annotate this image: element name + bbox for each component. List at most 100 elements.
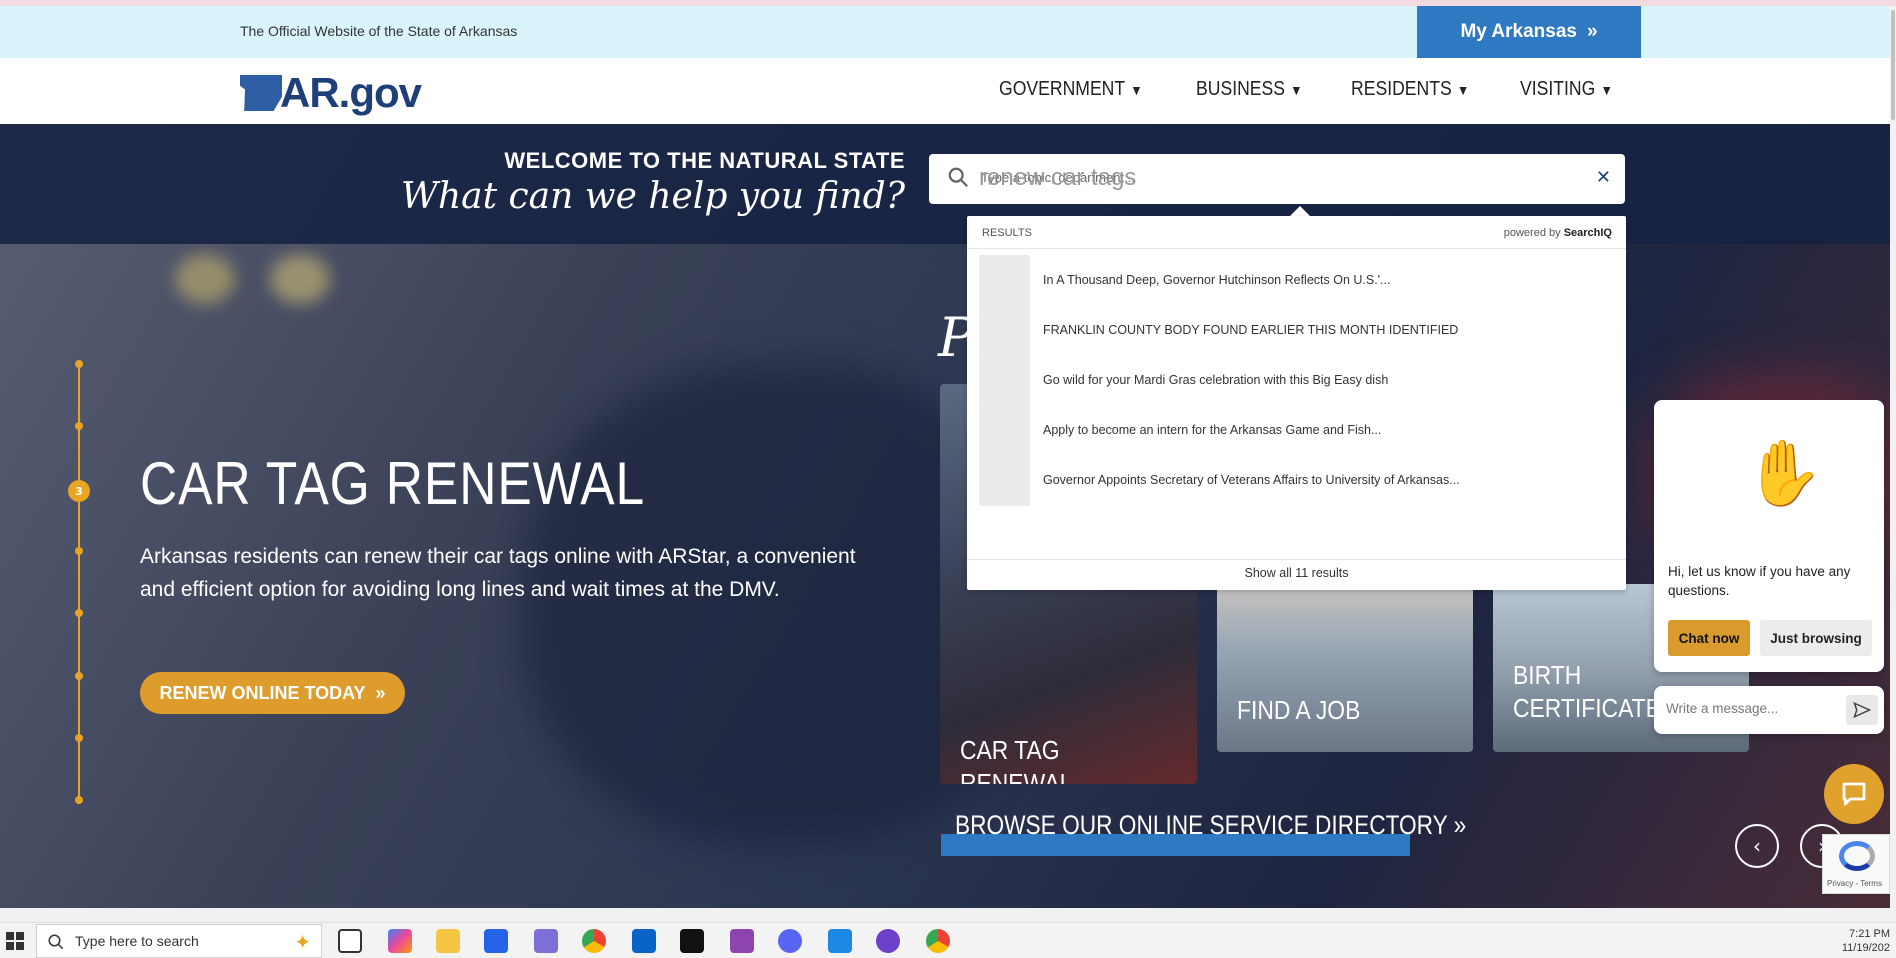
official-text: The Official Website of the State of Ark… bbox=[240, 23, 518, 39]
slide-dot[interactable] bbox=[75, 609, 83, 617]
browse-directory-label: BROWSE OUR ONLINE SERVICE DIRECTORY bbox=[955, 810, 1448, 840]
my-arkansas-label: My Arkansas bbox=[1460, 21, 1577, 42]
horizontal-scrollbar[interactable] bbox=[0, 908, 1896, 922]
renew-online-label: RENEW ONLINE TODAY bbox=[159, 682, 366, 703]
powered-by-prefix: powered by bbox=[1503, 227, 1564, 239]
background-light-blur bbox=[175, 254, 235, 304]
welcome-top-line: WELCOME TO THE NATURAL STATE bbox=[504, 148, 905, 173]
nav-item-residents[interactable]: RESIDENTS ▼ bbox=[1351, 78, 1469, 101]
show-all-results-link[interactable]: Show all 11 results bbox=[967, 566, 1626, 580]
my-arkansas-button[interactable]: My Arkansas » bbox=[1417, 6, 1641, 58]
arkansas-state-shape-icon bbox=[240, 75, 282, 111]
results-header: RESULTS powered by SearchIQ bbox=[982, 227, 1612, 239]
service-card-label: FIND A JOB bbox=[1237, 695, 1361, 725]
service-card-label: BIRTH CERTIFICATES bbox=[1513, 660, 1677, 723]
nav-item-government[interactable]: GOVERNMENT ▼ bbox=[999, 78, 1143, 101]
hulu-icon[interactable] bbox=[680, 929, 704, 953]
send-icon bbox=[1853, 701, 1871, 719]
windows-start-icon[interactable] bbox=[6, 932, 24, 950]
slide-title: CAR TAG RENEWAL bbox=[140, 450, 646, 517]
discord-icon[interactable] bbox=[778, 929, 802, 953]
result-title: Governor Appoints Secretary of Veterans … bbox=[1043, 473, 1460, 487]
search-icon bbox=[948, 167, 968, 187]
service-card-find-a-job[interactable]: FIND A JOB bbox=[1217, 584, 1473, 752]
welcome-script-line: What can we help you find? bbox=[400, 176, 905, 217]
results-label: RESULTS bbox=[982, 227, 1032, 239]
outlook-icon[interactable] bbox=[632, 929, 656, 953]
service-card-label: CAR TAG RENEWAL bbox=[960, 735, 1073, 784]
nav-item-label: GOVERNMENT bbox=[999, 78, 1126, 100]
clock-time: 7:21 PM bbox=[1849, 928, 1890, 940]
slide-dot[interactable] bbox=[75, 547, 83, 555]
slide-dot-active[interactable]: 3 bbox=[68, 480, 90, 502]
search-input[interactable]: renew car tags bbox=[979, 164, 1136, 192]
search-icon bbox=[48, 934, 64, 950]
renew-online-button[interactable]: RENEW ONLINE TODAY » bbox=[140, 672, 405, 714]
search-result-item[interactable]: In A Thousand Deep, Governor Hutchinson … bbox=[979, 254, 1614, 306]
recaptcha-links[interactable]: Privacy - Terms bbox=[1827, 879, 1882, 888]
slide-dot[interactable] bbox=[75, 734, 83, 742]
chrome-profile-icon[interactable] bbox=[926, 929, 950, 953]
scrollbar-thumb[interactable] bbox=[1891, 10, 1895, 120]
chevron-down-icon: ▼ bbox=[1457, 81, 1470, 98]
search-result-item[interactable]: Governor Appoints Secretary of Veterans … bbox=[979, 454, 1614, 506]
chevron-down-icon: ▼ bbox=[1130, 81, 1143, 98]
nav-menu: GOVERNMENT ▼ BUSINESS ▼ RESIDENTS ▼ VISI… bbox=[999, 78, 1625, 101]
slide-dot[interactable] bbox=[75, 672, 83, 680]
carousel-prev-button[interactable]: ‹ bbox=[1735, 824, 1779, 868]
slide-dot[interactable] bbox=[75, 422, 83, 430]
results-divider bbox=[967, 559, 1626, 560]
recaptcha-badge[interactable]: Privacy - Terms bbox=[1822, 834, 1890, 894]
chat-launcher-button[interactable] bbox=[1824, 764, 1884, 824]
vertical-scrollbar[interactable] bbox=[1890, 6, 1896, 908]
powered-by: powered by SearchIQ bbox=[1504, 227, 1612, 239]
chat-bubble-icon bbox=[1842, 782, 1866, 806]
double-chevron-right-icon: » bbox=[375, 682, 386, 703]
just-browsing-button[interactable]: Just browsing bbox=[1760, 620, 1872, 656]
copilot-sparkle-icon: ✦ bbox=[294, 930, 311, 954]
result-thumbnail bbox=[979, 254, 1030, 306]
main-navbar: AR.gov GOVERNMENT ▼ BUSINESS ▼ RESIDENTS… bbox=[0, 58, 1890, 124]
close-icon[interactable]: ✕ bbox=[1596, 167, 1611, 188]
chat-message-input[interactable]: Write a message... bbox=[1654, 686, 1884, 734]
taskbar-clock[interactable]: 7:21 PM 11/19/202 bbox=[1842, 927, 1890, 955]
windows-taskbar: Type here to search ✦ 7:21 PM 11/19/202 bbox=[0, 922, 1896, 958]
app-icon[interactable] bbox=[534, 929, 558, 953]
nav-item-label: RESIDENTS bbox=[1351, 78, 1452, 100]
github-icon[interactable] bbox=[876, 929, 900, 953]
ar-gov-logo[interactable]: AR.gov bbox=[240, 69, 422, 116]
copilot-icon[interactable] bbox=[388, 929, 412, 953]
results-caret bbox=[1290, 206, 1310, 216]
visual-studio-icon[interactable] bbox=[730, 929, 754, 953]
chevron-down-icon: ▼ bbox=[1600, 81, 1613, 98]
nav-item-visiting[interactable]: VISITING ▼ bbox=[1520, 78, 1613, 101]
search-result-item[interactable]: Apply to become an intern for the Arkans… bbox=[979, 404, 1614, 456]
recaptcha-icon bbox=[1839, 841, 1875, 871]
search-result-item[interactable]: FRANKLIN COUNTY BODY FOUND EARLIER THIS … bbox=[979, 304, 1614, 356]
chat-now-button[interactable]: Chat now bbox=[1668, 620, 1750, 656]
chevron-down-icon: ▼ bbox=[1290, 81, 1303, 98]
taskbar-search-placeholder: Type here to search bbox=[75, 933, 199, 949]
results-divider bbox=[967, 248, 1626, 249]
slide-dot[interactable] bbox=[75, 796, 83, 804]
file-explorer-icon[interactable] bbox=[436, 929, 460, 953]
site-search-box[interactable]: Type a topic, department... renew car ta… bbox=[929, 154, 1625, 204]
vscode-icon[interactable] bbox=[828, 929, 852, 953]
send-button[interactable] bbox=[1846, 695, 1878, 725]
task-view-icon[interactable] bbox=[338, 929, 362, 953]
taskbar-search-box[interactable]: Type here to search ✦ bbox=[36, 924, 322, 958]
microsoft-store-icon[interactable] bbox=[484, 929, 508, 953]
chat-input-placeholder: Write a message... bbox=[1666, 701, 1779, 716]
chevron-left-icon: ‹ bbox=[1753, 834, 1761, 858]
chat-prompt-card: ✋ Hi, let us know if you have any questi… bbox=[1654, 400, 1884, 672]
chrome-icon[interactable] bbox=[582, 929, 606, 953]
welcome-heading: WELCOME TO THE NATURAL STATE What can we… bbox=[400, 148, 905, 217]
double-chevron-right-icon: » bbox=[1453, 810, 1467, 840]
slide-dot[interactable] bbox=[75, 360, 83, 368]
browse-directory-link[interactable]: BROWSE OUR ONLINE SERVICE DIRECTORY » bbox=[955, 810, 1466, 841]
logo-text: AR.gov bbox=[280, 69, 422, 116]
search-result-item[interactable]: Go wild for your Mardi Gras celebration … bbox=[979, 354, 1614, 406]
nav-item-business[interactable]: BUSINESS ▼ bbox=[1196, 78, 1302, 101]
result-title: Apply to become an intern for the Arkans… bbox=[1043, 423, 1382, 437]
nav-item-label: BUSINESS bbox=[1196, 78, 1286, 100]
